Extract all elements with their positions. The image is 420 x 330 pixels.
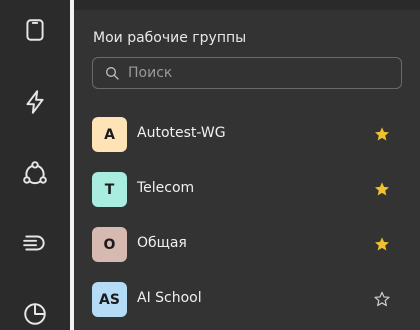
group-row[interactable]: AS AI School	[74, 274, 420, 324]
search-input[interactable]	[126, 59, 401, 87]
group-name: AI School	[137, 290, 202, 306]
panel-top-bar	[74, 0, 420, 10]
panel-title: Мои рабочие группы	[93, 30, 247, 46]
group-name: Telecom	[137, 180, 195, 196]
speed-icon	[23, 235, 45, 251]
star-filled-icon	[375, 182, 389, 196]
rail-item-network[interactable]	[19, 157, 51, 189]
sidebar-rail	[0, 0, 70, 330]
pie-chart-icon	[24, 303, 46, 325]
group-avatar: AS	[92, 282, 127, 317]
tablet-icon	[26, 19, 44, 41]
group-avatar: О	[92, 227, 127, 262]
workgroups-panel: Мои рабочие группы A Autotest-WG T Telec…	[74, 0, 420, 330]
rail-item-actions[interactable]	[19, 86, 51, 118]
favorite-star-button[interactable]	[374, 126, 390, 142]
star-filled-icon	[375, 237, 389, 251]
group-name: Общая	[137, 235, 187, 251]
group-row[interactable]: О Общая	[74, 219, 420, 269]
group-row[interactable]: A Autotest-WG	[74, 109, 420, 159]
star-outline-icon	[374, 291, 390, 307]
group-name: Autotest-WG	[137, 125, 226, 141]
group-row[interactable]: T Telecom	[74, 164, 420, 214]
rail-item-speed[interactable]	[19, 227, 51, 259]
network-icon	[23, 161, 47, 185]
favorite-star-button[interactable]	[374, 236, 390, 252]
rail-item-reports[interactable]	[19, 298, 51, 330]
lightning-icon	[26, 90, 44, 114]
group-avatar: T	[92, 172, 127, 207]
favorite-star-button[interactable]	[374, 181, 390, 197]
search-box[interactable]	[92, 57, 402, 89]
rail-item-devices[interactable]	[19, 14, 51, 46]
group-avatar: A	[92, 117, 127, 152]
favorite-star-button[interactable]	[374, 291, 390, 307]
star-filled-icon	[375, 127, 389, 141]
search-icon	[106, 67, 119, 80]
app-window: Мои рабочие группы A Autotest-WG T Telec…	[0, 0, 420, 330]
